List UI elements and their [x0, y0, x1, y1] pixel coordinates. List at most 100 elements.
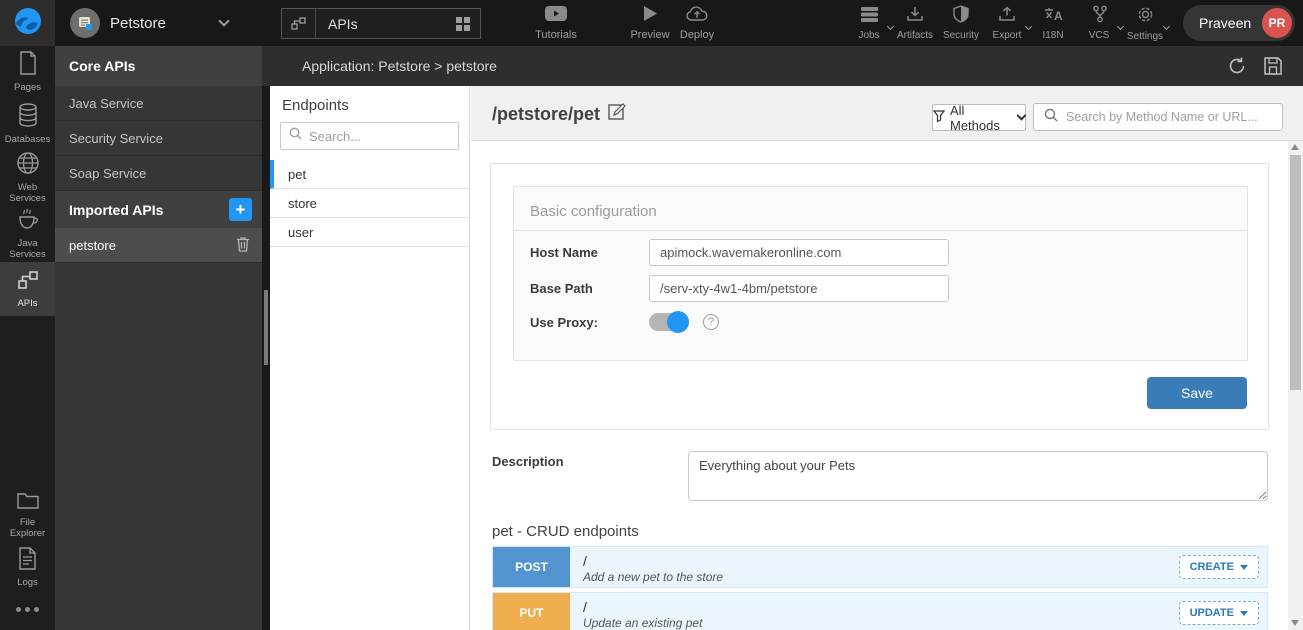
tutorials-button[interactable]: Tutorials — [530, 0, 582, 46]
project-selector[interactable]: Petstore — [70, 0, 228, 46]
export-label: Export — [993, 30, 1022, 41]
security-button[interactable]: Security — [938, 0, 984, 46]
method-summary: Update an existing pet — [583, 616, 1179, 630]
project-name: Petstore — [110, 15, 166, 32]
crud-endpoints-title: pet - CRUD endpoints — [492, 523, 639, 540]
deploy-button[interactable]: Deploy — [673, 0, 721, 46]
translate-icon: A — [1043, 6, 1063, 28]
avatar: PR — [1262, 8, 1292, 38]
save-button[interactable]: Save — [1147, 377, 1247, 409]
artifacts-button[interactable]: Artifacts — [892, 0, 938, 46]
play-icon — [643, 5, 658, 27]
grid-icon[interactable] — [446, 16, 480, 32]
sidebar-item-java-services[interactable]: Java Services — [0, 206, 55, 262]
security-label: Security — [943, 30, 979, 41]
methods-filter-label: All Methods — [950, 103, 1013, 133]
update-action-label: UPDATE — [1190, 607, 1234, 619]
search-icon — [1044, 108, 1058, 127]
project-avatar-icon — [70, 8, 100, 38]
endpoint-item-store[interactable]: store — [270, 189, 469, 218]
apis-sidebar: Core APIs Java Service Security Service … — [55, 46, 262, 630]
service-settings-card: Basic configuration Host Name Base Path … — [490, 163, 1269, 430]
scroll-down-icon[interactable] — [1291, 620, 1299, 626]
scrollbar-thumb[interactable] — [1290, 155, 1301, 390]
method-summary: Add a new pet to the store — [583, 570, 1179, 584]
sidebar-item-security-service[interactable]: Security Service — [55, 121, 262, 156]
endpoint-item-user[interactable]: user — [270, 218, 469, 247]
scroll-up-icon[interactable] — [1291, 144, 1299, 150]
endpoint-search[interactable] — [280, 122, 459, 150]
basic-configuration-title: Basic configuration — [514, 187, 1247, 231]
more-options-icon[interactable] — [0, 593, 55, 630]
create-action-label: CREATE — [1190, 561, 1234, 573]
sidebar-item-java-service[interactable]: Java Service — [55, 86, 262, 121]
add-api-button[interactable]: + — [229, 198, 252, 221]
coffee-icon — [16, 207, 40, 236]
sidebar-item-file-explorer[interactable]: File Explorer — [0, 487, 55, 543]
help-icon[interactable]: ? — [703, 314, 719, 330]
chevron-down-icon — [1017, 111, 1027, 121]
method-path: / — [583, 599, 1179, 615]
base-path-field[interactable] — [649, 275, 949, 302]
export-button[interactable]: Export — [984, 0, 1030, 46]
log-file-icon — [18, 547, 37, 575]
update-action-button[interactable]: UPDATE — [1179, 601, 1259, 625]
save-icon[interactable] — [1263, 56, 1283, 76]
brand-logo[interactable] — [0, 0, 55, 46]
method-search[interactable] — [1033, 103, 1283, 131]
description-field[interactable]: Everything about your Pets — [688, 451, 1268, 501]
chevron-down-icon — [218, 15, 229, 26]
deploy-label: Deploy — [680, 29, 714, 41]
create-action-button[interactable]: CREATE — [1179, 555, 1259, 579]
breadcrumb: Application: Petstore > petstore — [302, 58, 497, 74]
nav-spacer — [0, 316, 55, 487]
endpoint-search-input[interactable] — [309, 129, 449, 144]
use-proxy-toggle[interactable] — [649, 313, 687, 331]
endpoint-item-pet[interactable]: pet — [270, 160, 469, 189]
sidebar-item-apis[interactable]: APIs — [0, 262, 55, 316]
sidebar-item-logs[interactable]: Logs — [0, 543, 55, 593]
sidebar-scrollbar[interactable] — [262, 86, 270, 630]
base-path-label: Base Path — [530, 281, 649, 296]
settings-button[interactable]: Settings — [1122, 0, 1168, 46]
sidebar-item-soap-service[interactable]: Soap Service — [55, 156, 262, 191]
sidebar-item-petstore[interactable]: petstore — [55, 228, 262, 263]
sidebar-item-web-services[interactable]: Web Services — [0, 150, 55, 206]
trash-icon[interactable] — [236, 236, 250, 255]
page-icon — [18, 51, 38, 80]
scrollbar-thumb[interactable] — [264, 290, 268, 365]
host-name-label: Host Name — [530, 245, 649, 260]
main-scrollbar[interactable] — [1288, 141, 1303, 630]
jobs-button[interactable]: Jobs — [846, 0, 892, 46]
api-nodes-icon — [282, 9, 316, 38]
refresh-icon[interactable] — [1227, 56, 1247, 76]
wavemaker-studio: Petstore APIs Tutorials Preview — [0, 0, 1303, 630]
module-selector[interactable]: APIs — [281, 8, 481, 39]
method-row-put[interactable]: PUT / Update an existing pet UPDATE — [492, 592, 1268, 630]
artifacts-label: Artifacts — [897, 30, 933, 41]
basic-configuration-panel: Basic configuration Host Name Base Path … — [513, 186, 1248, 361]
i18n-button[interactable]: A I18N — [1030, 0, 1076, 46]
methods-filter-dropdown[interactable]: All Methods — [932, 104, 1026, 131]
method-search-input[interactable] — [1066, 110, 1266, 124]
cloud-upload-icon — [686, 6, 708, 27]
main-header: /petstore/pet All Methods — [471, 86, 1303, 141]
edit-icon[interactable] — [608, 102, 627, 126]
module-label: APIs — [316, 16, 446, 32]
user-menu[interactable]: Praveen PR — [1183, 5, 1295, 41]
imported-apis-label: Imported APIs — [69, 202, 163, 218]
sidebar-item-pages[interactable]: Pages — [0, 46, 55, 98]
method-row-post[interactable]: POST / Add a new pet to the store CREATE — [492, 546, 1268, 588]
host-name-field[interactable] — [649, 239, 949, 266]
sidebar-item-databases[interactable]: Databases — [0, 98, 55, 150]
tutorials-label: Tutorials — [535, 29, 577, 41]
download-icon — [906, 6, 924, 28]
use-proxy-label: Use Proxy: — [530, 315, 649, 330]
endpoints-title: Endpoints — [270, 86, 469, 122]
toolbar-icons: Jobs Artifacts Security Export — [846, 0, 1168, 46]
shield-icon — [953, 5, 969, 28]
preview-button[interactable]: Preview — [625, 0, 675, 46]
server-icon — [860, 6, 879, 28]
youtube-icon — [545, 6, 567, 27]
vcs-button[interactable]: VCS — [1076, 0, 1122, 46]
